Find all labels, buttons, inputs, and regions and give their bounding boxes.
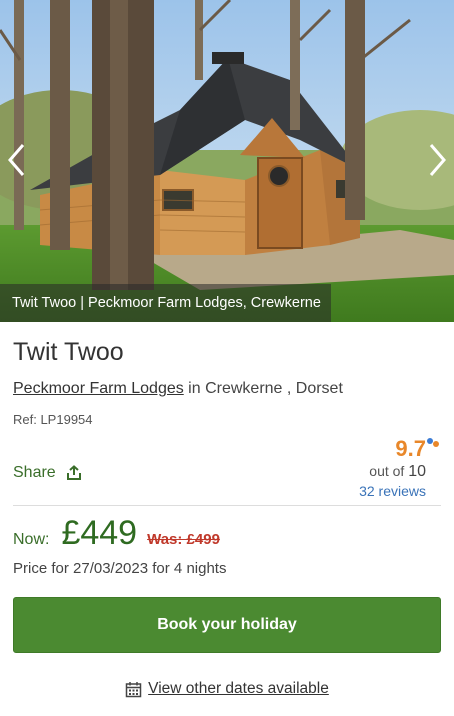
location-text: in Crewkerne , Dorset [183,380,343,397]
reviews-link[interactable]: 32 reviews [359,483,426,499]
now-label: Now: [13,531,50,548]
rating-out-of-value: 10 [408,463,426,480]
hero-image[interactable]: Twit Twoo | Peckmoor Farm Lodges, Crewke… [0,0,454,322]
rating-out-of: out of 10 [306,463,426,481]
rating-block: 9.7 out of 10 [306,436,439,481]
property-ref: Ref: LP19954 [13,412,93,427]
chevron-right-icon [429,144,446,176]
previous-photo-button[interactable] [2,140,32,180]
rating-score-value: 9.7 [395,436,426,461]
lodge-photo [0,0,454,322]
property-location: Peckmoor Farm Lodges in Crewkerne , Dors… [13,380,343,398]
price-for-text: Price for 27/03/2023 for 4 nights [13,560,227,577]
divider [13,505,441,506]
chevron-left-icon [8,144,25,176]
price-row: Now: £449 Was: £499 [13,514,220,553]
rating-pin-icon [427,438,439,447]
share-label: Share [13,464,56,481]
other-dates-label: View other dates available [148,680,329,697]
rating-out-of-prefix: out of [369,463,405,479]
share-button[interactable]: Share [13,464,82,482]
rating-score: 9.7 [395,436,439,462]
property-title: Twit Twoo [13,338,124,366]
calendar-icon [125,681,142,697]
photo-caption: Twit Twoo | Peckmoor Farm Lodges, Crewke… [0,284,331,322]
book-holiday-button[interactable]: Book your holiday [13,597,441,653]
other-dates-link[interactable]: View other dates available [0,680,454,698]
share-icon [66,465,81,480]
next-photo-button[interactable] [422,140,452,180]
site-link[interactable]: Peckmoor Farm Lodges [13,380,184,397]
now-price: £449 [61,514,138,552]
was-price: Was: £499 [147,531,220,548]
